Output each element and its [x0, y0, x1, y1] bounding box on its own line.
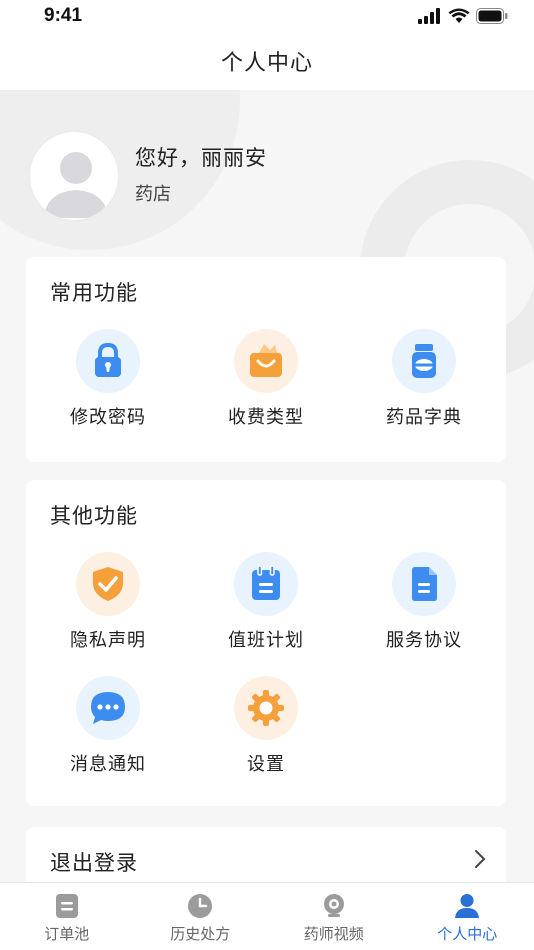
status-bar: 9:41: [0, 0, 534, 32]
calendar-icon: [234, 552, 298, 616]
shopping-bag-icon: [234, 329, 298, 393]
clock-icon: [188, 894, 213, 918]
tab-bar: 订单池 历史处方 药师视频 个人中心: [0, 882, 534, 950]
settings-button[interactable]: 设置: [211, 676, 321, 776]
page-title: 个人中心: [220, 51, 313, 76]
message-notification-button[interactable]: 消息通知: [53, 676, 163, 776]
greeting-text: 您好，丽丽安: [135, 146, 267, 170]
tab-personal-center[interactable]: 个人中心: [401, 883, 534, 950]
wifi-icon: [448, 8, 470, 23]
signal-icon: [418, 8, 440, 24]
privacy-statement-button[interactable]: 隐私声明: [53, 552, 163, 652]
tab-label: 订单池: [44, 925, 90, 943]
battery-icon: [476, 8, 508, 24]
order-icon: [55, 894, 78, 918]
shield-check-icon: [76, 552, 140, 616]
gear-icon: [234, 676, 298, 740]
drug-dictionary-button[interactable]: 药品字典: [369, 329, 479, 429]
duty-schedule-button[interactable]: 值班计划: [211, 552, 321, 652]
status-icons: [418, 8, 508, 24]
function-label: 药品字典: [386, 407, 462, 428]
tab-pharmacist-video[interactable]: 药师视频: [267, 883, 401, 950]
person-icon: [455, 894, 480, 918]
document-icon: [392, 552, 456, 616]
tab-label: 个人中心: [437, 925, 498, 943]
logout-label: 退出登录: [50, 851, 138, 875]
role-text: 药店: [135, 184, 171, 205]
medicine-bottle-icon: [392, 329, 456, 393]
tab-label: 药师视频: [303, 925, 364, 943]
other-functions-card: 其他功能 隐私声明 值班计划 服务协议 消息通知 设置: [26, 480, 506, 806]
nav-bar: 个人中心: [0, 32, 534, 90]
function-label: 收费类型: [228, 407, 304, 428]
chat-bubble-icon: [76, 676, 140, 740]
avatar[interactable]: [28, 130, 120, 222]
logout-button[interactable]: 退出登录: [26, 827, 506, 890]
function-label: 服务协议: [386, 630, 462, 651]
chevron-right-icon: [475, 850, 485, 868]
function-label: 隐私声明: [70, 630, 146, 651]
card-title: 常用功能: [50, 281, 138, 305]
profile-header: 您好，丽丽安 药店 常用功能 修改密码 收费类型 药品字典 其他功能 隐私声明 …: [0, 90, 534, 890]
status-time: 9:41: [44, 5, 83, 26]
avatar-placeholder-icon: [44, 152, 108, 218]
change-password-button[interactable]: 修改密码: [53, 329, 163, 429]
tab-order-pool[interactable]: 订单池: [0, 883, 134, 950]
charge-type-button[interactable]: 收费类型: [211, 329, 321, 429]
common-functions-card: 常用功能 修改密码 收费类型 药品字典: [26, 257, 506, 462]
tab-label: 历史处方: [170, 925, 231, 943]
lock-icon: [76, 329, 140, 393]
tab-history-prescription[interactable]: 历史处方: [134, 883, 268, 950]
camera-icon: [323, 894, 344, 917]
function-label: 消息通知: [70, 754, 146, 775]
function-label: 设置: [247, 754, 285, 775]
function-label: 修改密码: [70, 407, 146, 428]
card-title: 其他功能: [50, 504, 138, 528]
function-label: 值班计划: [228, 630, 304, 651]
service-agreement-button[interactable]: 服务协议: [369, 552, 479, 652]
